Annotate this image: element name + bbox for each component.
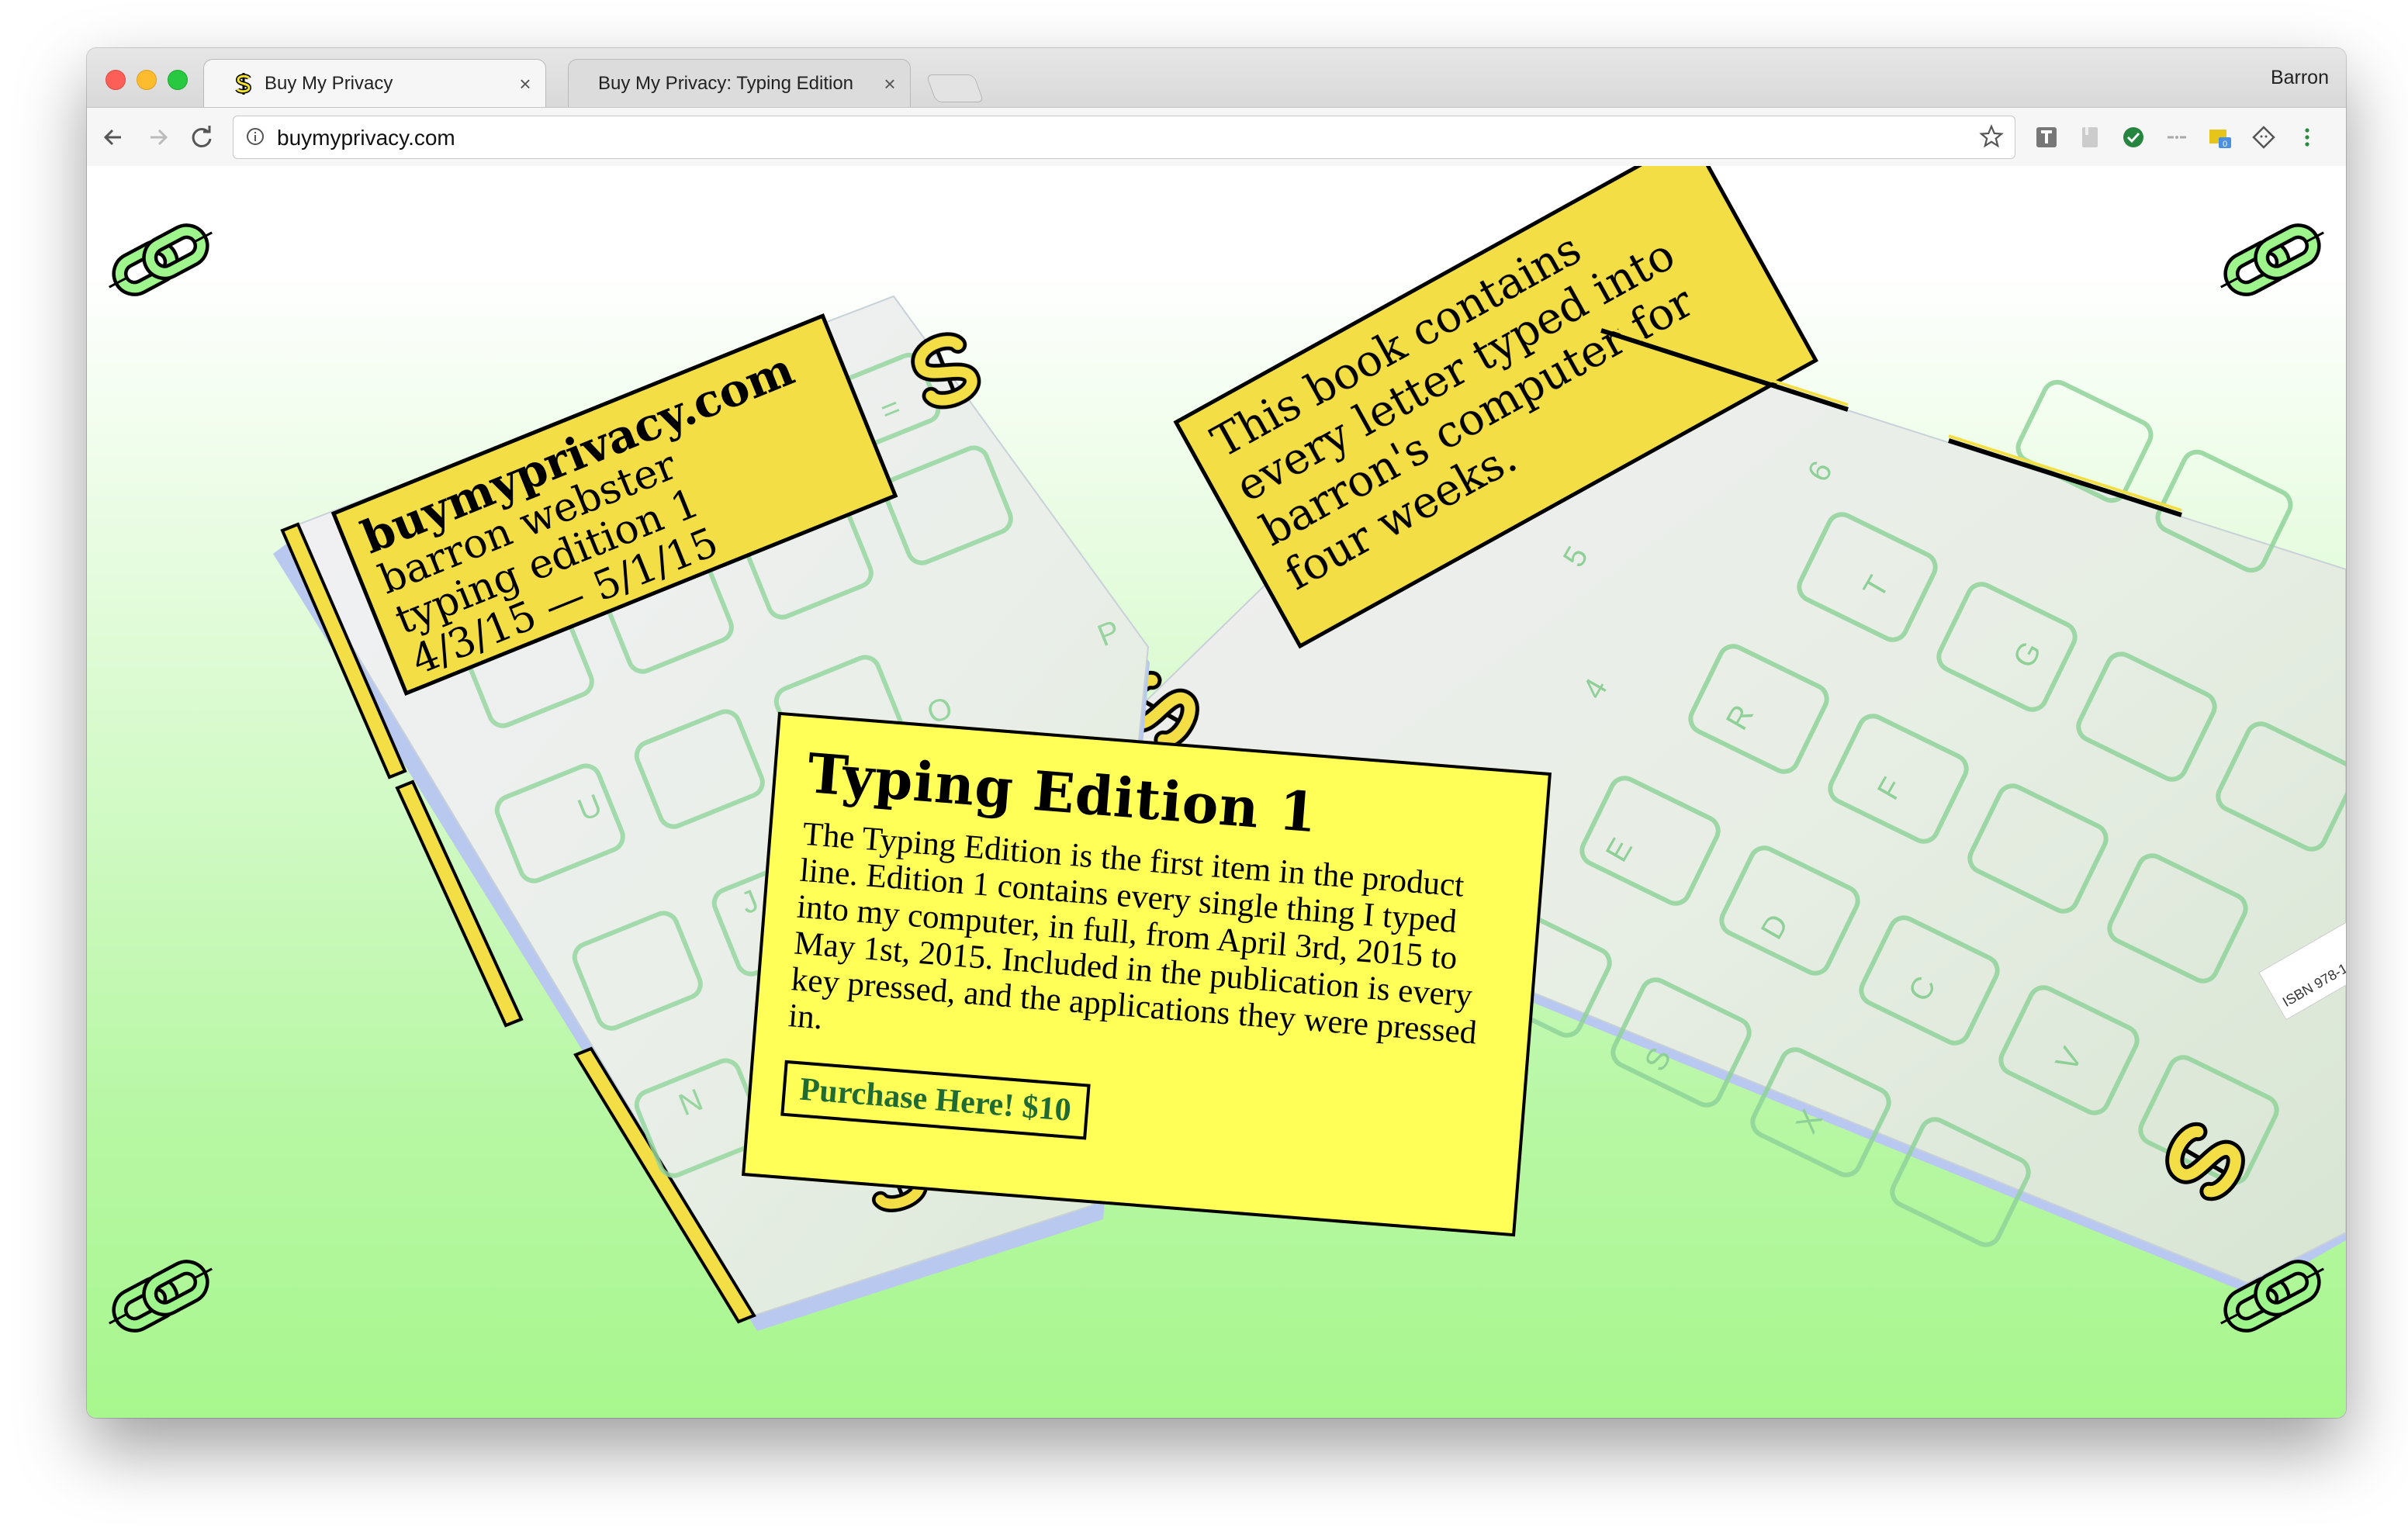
arrows-extension-icon[interactable] <box>2164 125 2189 150</box>
menu-kebab-icon[interactable] <box>2295 125 2320 150</box>
ghost-extension-icon[interactable] <box>2251 125 2276 150</box>
tab-title: Buy My Privacy: Typing Edition <box>598 73 854 94</box>
profile-name[interactable]: Barron <box>2271 67 2329 89</box>
svg-text:0: 0 <box>2223 140 2227 149</box>
dollar-sign-icon <box>235 73 252 95</box>
tab-close-icon[interactable]: × <box>874 72 905 96</box>
tab-close-icon[interactable]: × <box>510 72 541 96</box>
chain-link-icon <box>109 1260 213 1333</box>
browser-window: Buy My Privacy × Buy My Privacy: Typing … <box>87 48 2346 1418</box>
page-viewport: T R G F E D S X C V 5 4 6 This book cont… <box>87 166 2346 1418</box>
bookmark-star-icon[interactable] <box>1979 124 2004 149</box>
tab-buy-my-privacy[interactable]: Buy My Privacy × <box>203 59 546 108</box>
tab-bar: Buy My Privacy × Buy My Privacy: Typing … <box>87 48 2346 108</box>
product-description: The Typing Edition is the first item in … <box>787 815 1479 1052</box>
url-text[interactable]: buymyprivacy.com <box>277 126 455 150</box>
shield-check-icon[interactable] <box>2121 125 2146 150</box>
text-extension-icon[interactable] <box>2034 125 2059 150</box>
minimize-window-button[interactable] <box>137 70 157 90</box>
toolbar: buymyprivacy.com 0 <box>87 107 2346 168</box>
back-arrow-icon[interactable] <box>99 123 127 151</box>
info-icon[interactable] <box>246 127 265 146</box>
close-window-button[interactable] <box>106 70 126 90</box>
new-tab-button[interactable] <box>925 74 984 102</box>
address-bar[interactable]: buymyprivacy.com <box>233 116 2015 159</box>
chain-link-icon <box>2220 1260 2324 1333</box>
tab-title: Buy My Privacy <box>265 73 393 94</box>
chain-link-icon <box>2220 223 2324 296</box>
forward-arrow-icon[interactable] <box>144 123 172 151</box>
chain-link-icon <box>109 223 213 296</box>
product-info-card: Typing Edition 1 The Typing Edition is t… <box>742 711 1552 1237</box>
tab-typing-edition[interactable]: Buy My Privacy: Typing Edition × <box>568 59 911 108</box>
folder-badge-icon[interactable]: 0 <box>2208 125 2233 150</box>
purchase-button[interactable]: Purchase Here! $10 <box>780 1060 1091 1140</box>
document-extension-icon[interactable] <box>2078 125 2102 150</box>
reload-icon[interactable] <box>188 123 216 151</box>
maximize-window-button[interactable] <box>168 70 188 90</box>
